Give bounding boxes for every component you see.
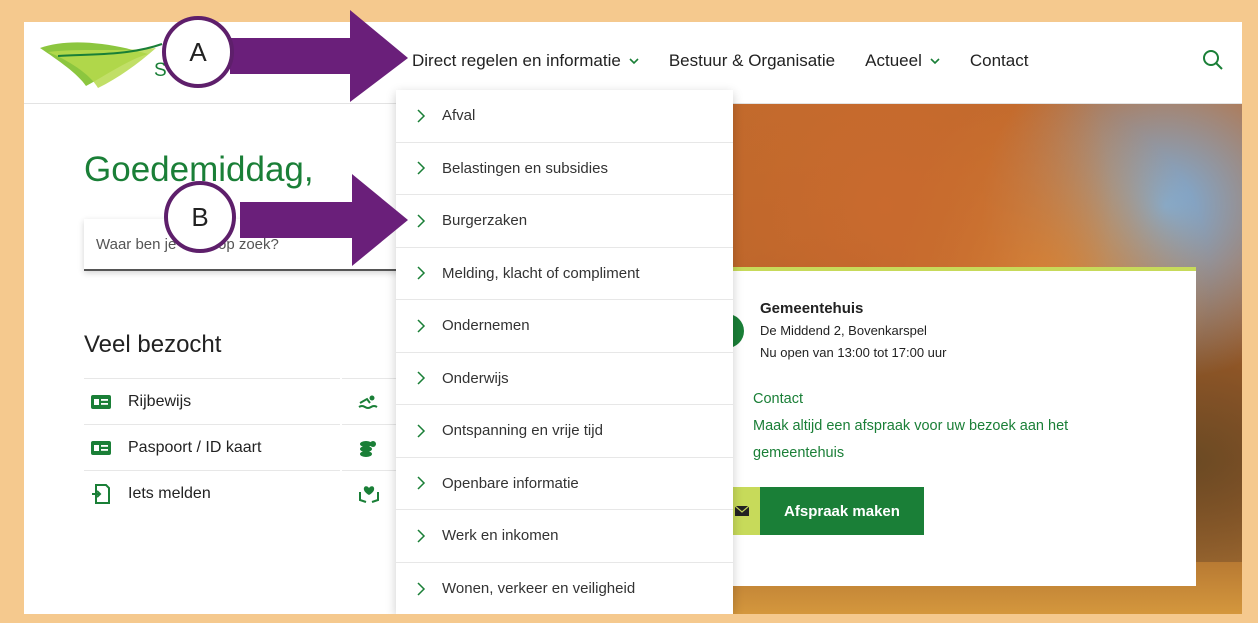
dropdown-item-afval[interactable]: Afval: [396, 90, 733, 143]
swimmer-icon: [358, 395, 378, 409]
nav-contact-label: Contact: [969, 51, 1029, 70]
card-title: Gemeentehuis: [760, 300, 864, 317]
popular-item-label: Rijbewijs: [128, 392, 192, 410]
annotation-arrow-a: [230, 10, 408, 102]
nav-actueel[interactable]: Actueel: [865, 49, 940, 73]
card-address: De Middend 2, Bovenkarspel: [760, 323, 927, 338]
popular-item-paspoort[interactable]: Paspoort / ID kaart: [84, 424, 340, 470]
nav-bestuur-organisatie[interactable]: Bestuur & Organisatie: [669, 49, 835, 73]
nav-direct-regelen-label: Direct regelen en informatie: [412, 51, 621, 70]
chevron-down-icon: [930, 58, 940, 65]
chevron-right-icon: [417, 424, 426, 438]
card-opening-hours: Nu open van 13:00 tot 17:00 uur: [760, 345, 947, 360]
chevron-right-icon: [417, 266, 426, 280]
care-hands-icon: [359, 485, 379, 503]
nav-direct-regelen[interactable]: Direct regelen en informatie: [412, 49, 639, 73]
annotation-badge-b: B: [164, 181, 236, 253]
nav-dropdown-direct-regelen: Afval Belastingen en subsidies Burgerzak…: [396, 90, 733, 614]
dropdown-item-label: Werk en inkomen: [442, 527, 559, 545]
dropdown-item-label: Openbare informatie: [442, 474, 579, 492]
popular-item-iets-melden[interactable]: Iets melden: [84, 470, 340, 516]
popular-item-finance[interactable]: [342, 424, 402, 470]
nav-actueel-label: Actueel: [865, 51, 922, 70]
id-card-icon: [91, 394, 111, 409]
dropdown-item-label: Wonen, verkeer en veiligheid: [442, 580, 636, 598]
search-icon[interactable]: [1202, 49, 1224, 71]
chevron-right-icon: [417, 214, 426, 228]
popular-list-column-2: [342, 378, 402, 516]
card-link-appointment-line2[interactable]: gemeentehuis: [753, 445, 844, 461]
dropdown-item-label: Afval: [442, 107, 476, 125]
popular-list: Rijbewijs Paspoort / ID kaart Iets melde…: [84, 378, 340, 516]
chevron-right-icon: [417, 476, 426, 490]
envelope-icon: [735, 505, 749, 516]
chevron-right-icon: [417, 529, 426, 543]
popular-item-label: Paspoort / ID kaart: [128, 438, 262, 456]
annotation-arrow-b: [240, 174, 408, 266]
chevron-right-icon: [417, 161, 426, 175]
dropdown-item-label: Belastingen en subsidies: [442, 159, 608, 177]
main-navigation: Direct regelen en informatie Bestuur & O…: [412, 49, 1058, 73]
coins-icon: [360, 440, 376, 457]
nav-bestuur-label: Bestuur & Organisatie: [668, 51, 836, 70]
nav-contact[interactable]: Contact: [970, 49, 1029, 73]
chevron-right-icon: [417, 582, 426, 596]
popular-title: Veel bezocht: [84, 331, 222, 358]
dropdown-item-burgerzaken[interactable]: Burgerzaken: [396, 195, 733, 248]
dropdown-item-belastingen[interactable]: Belastingen en subsidies: [396, 143, 733, 195]
annotation-badge-a: A: [162, 16, 234, 88]
card-link-contact[interactable]: Contact: [753, 391, 803, 407]
chevron-right-icon: [417, 371, 426, 385]
dropdown-item-onderwijs[interactable]: Onderwijs: [396, 353, 733, 405]
dropdown-item-label: Onderwijs: [442, 369, 509, 387]
popular-item-rijbewijs[interactable]: Rijbewijs: [84, 378, 340, 424]
chevron-right-icon: [417, 109, 426, 123]
dropdown-item-label: Melding, klacht of compliment: [442, 264, 640, 282]
dropdown-item-melding[interactable]: Melding, klacht of compliment: [396, 248, 733, 300]
report-icon: [92, 483, 110, 504]
card-link-appointment-line1[interactable]: Maak altijd een afspraak voor uw bezoek …: [753, 418, 1068, 434]
dropdown-item-openbare-informatie[interactable]: Openbare informatie: [396, 458, 733, 510]
dropdown-item-label: Ondernemen: [442, 317, 530, 335]
dropdown-item-ondernemen[interactable]: Ondernemen: [396, 300, 733, 353]
id-card-icon: [91, 440, 111, 455]
dropdown-item-label: Burgerzaken: [442, 212, 528, 230]
popular-item-care[interactable]: [342, 470, 402, 516]
popular-item-label: Iets melden: [128, 484, 211, 502]
dropdown-item-werk-inkomen[interactable]: Werk en inkomen: [396, 510, 733, 563]
dropdown-item-ontspanning[interactable]: Ontspanning en vrije tijd: [396, 405, 733, 458]
chevron-down-icon: [629, 58, 639, 65]
make-appointment-button[interactable]: Afspraak maken: [760, 487, 924, 535]
popular-item-swim[interactable]: [342, 378, 402, 424]
dropdown-item-wonen-verkeer[interactable]: Wonen, verkeer en veiligheid: [396, 563, 733, 615]
chevron-right-icon: [417, 319, 426, 333]
dropdown-item-label: Ontspanning en vrije tijd: [442, 422, 603, 440]
browser-frame: S roec Direct regelen en informatie Best…: [24, 22, 1242, 614]
